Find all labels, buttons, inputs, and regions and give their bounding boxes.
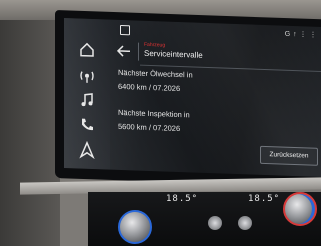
breadcrumb: Fahrzeug bbox=[144, 41, 166, 49]
music-icon[interactable] bbox=[78, 90, 96, 109]
fan-button[interactable] bbox=[208, 216, 222, 230]
home-icon[interactable] bbox=[78, 40, 96, 59]
dashboard-left-trim bbox=[0, 20, 60, 246]
oil-change-label: Nächster Ölwechsel in bbox=[118, 67, 193, 80]
status-icons: G ↑ ⋮ ⋮ bbox=[284, 30, 317, 39]
header-divider bbox=[138, 42, 139, 61]
phone-icon[interactable] bbox=[78, 115, 96, 134]
temperature-left: 18.5° bbox=[166, 194, 199, 204]
mode-button[interactable] bbox=[238, 216, 252, 230]
climate-control-panel: 18.5° 18.5° bbox=[88, 192, 321, 246]
side-nav-panel bbox=[64, 18, 110, 170]
oil-change-value: 6400 km / 07.2026 bbox=[118, 81, 181, 94]
temperature-right: 18.5° bbox=[248, 194, 281, 204]
reset-button[interactable]: Zurücksetzen bbox=[260, 145, 318, 166]
inspection-label: Nächste Inspektion in bbox=[118, 107, 190, 120]
infotainment-screen: G ↑ ⋮ ⋮ Fahrzeug Serviceintervalle Nächs… bbox=[64, 18, 321, 177]
inspection-value: 5600 km / 07.2026 bbox=[118, 121, 181, 134]
right-temperature-knob[interactable] bbox=[283, 192, 317, 226]
page-title: Serviceintervalle bbox=[144, 48, 203, 60]
home-square-icon bbox=[120, 24, 130, 36]
radio-icon[interactable] bbox=[78, 66, 96, 85]
navigation-icon[interactable] bbox=[78, 140, 96, 160]
service-interval-content: Nächster Ölwechsel in 6400 km / 07.2026 … bbox=[110, 66, 321, 177]
left-temperature-knob[interactable] bbox=[118, 210, 152, 244]
back-arrow-icon[interactable] bbox=[116, 44, 132, 59]
